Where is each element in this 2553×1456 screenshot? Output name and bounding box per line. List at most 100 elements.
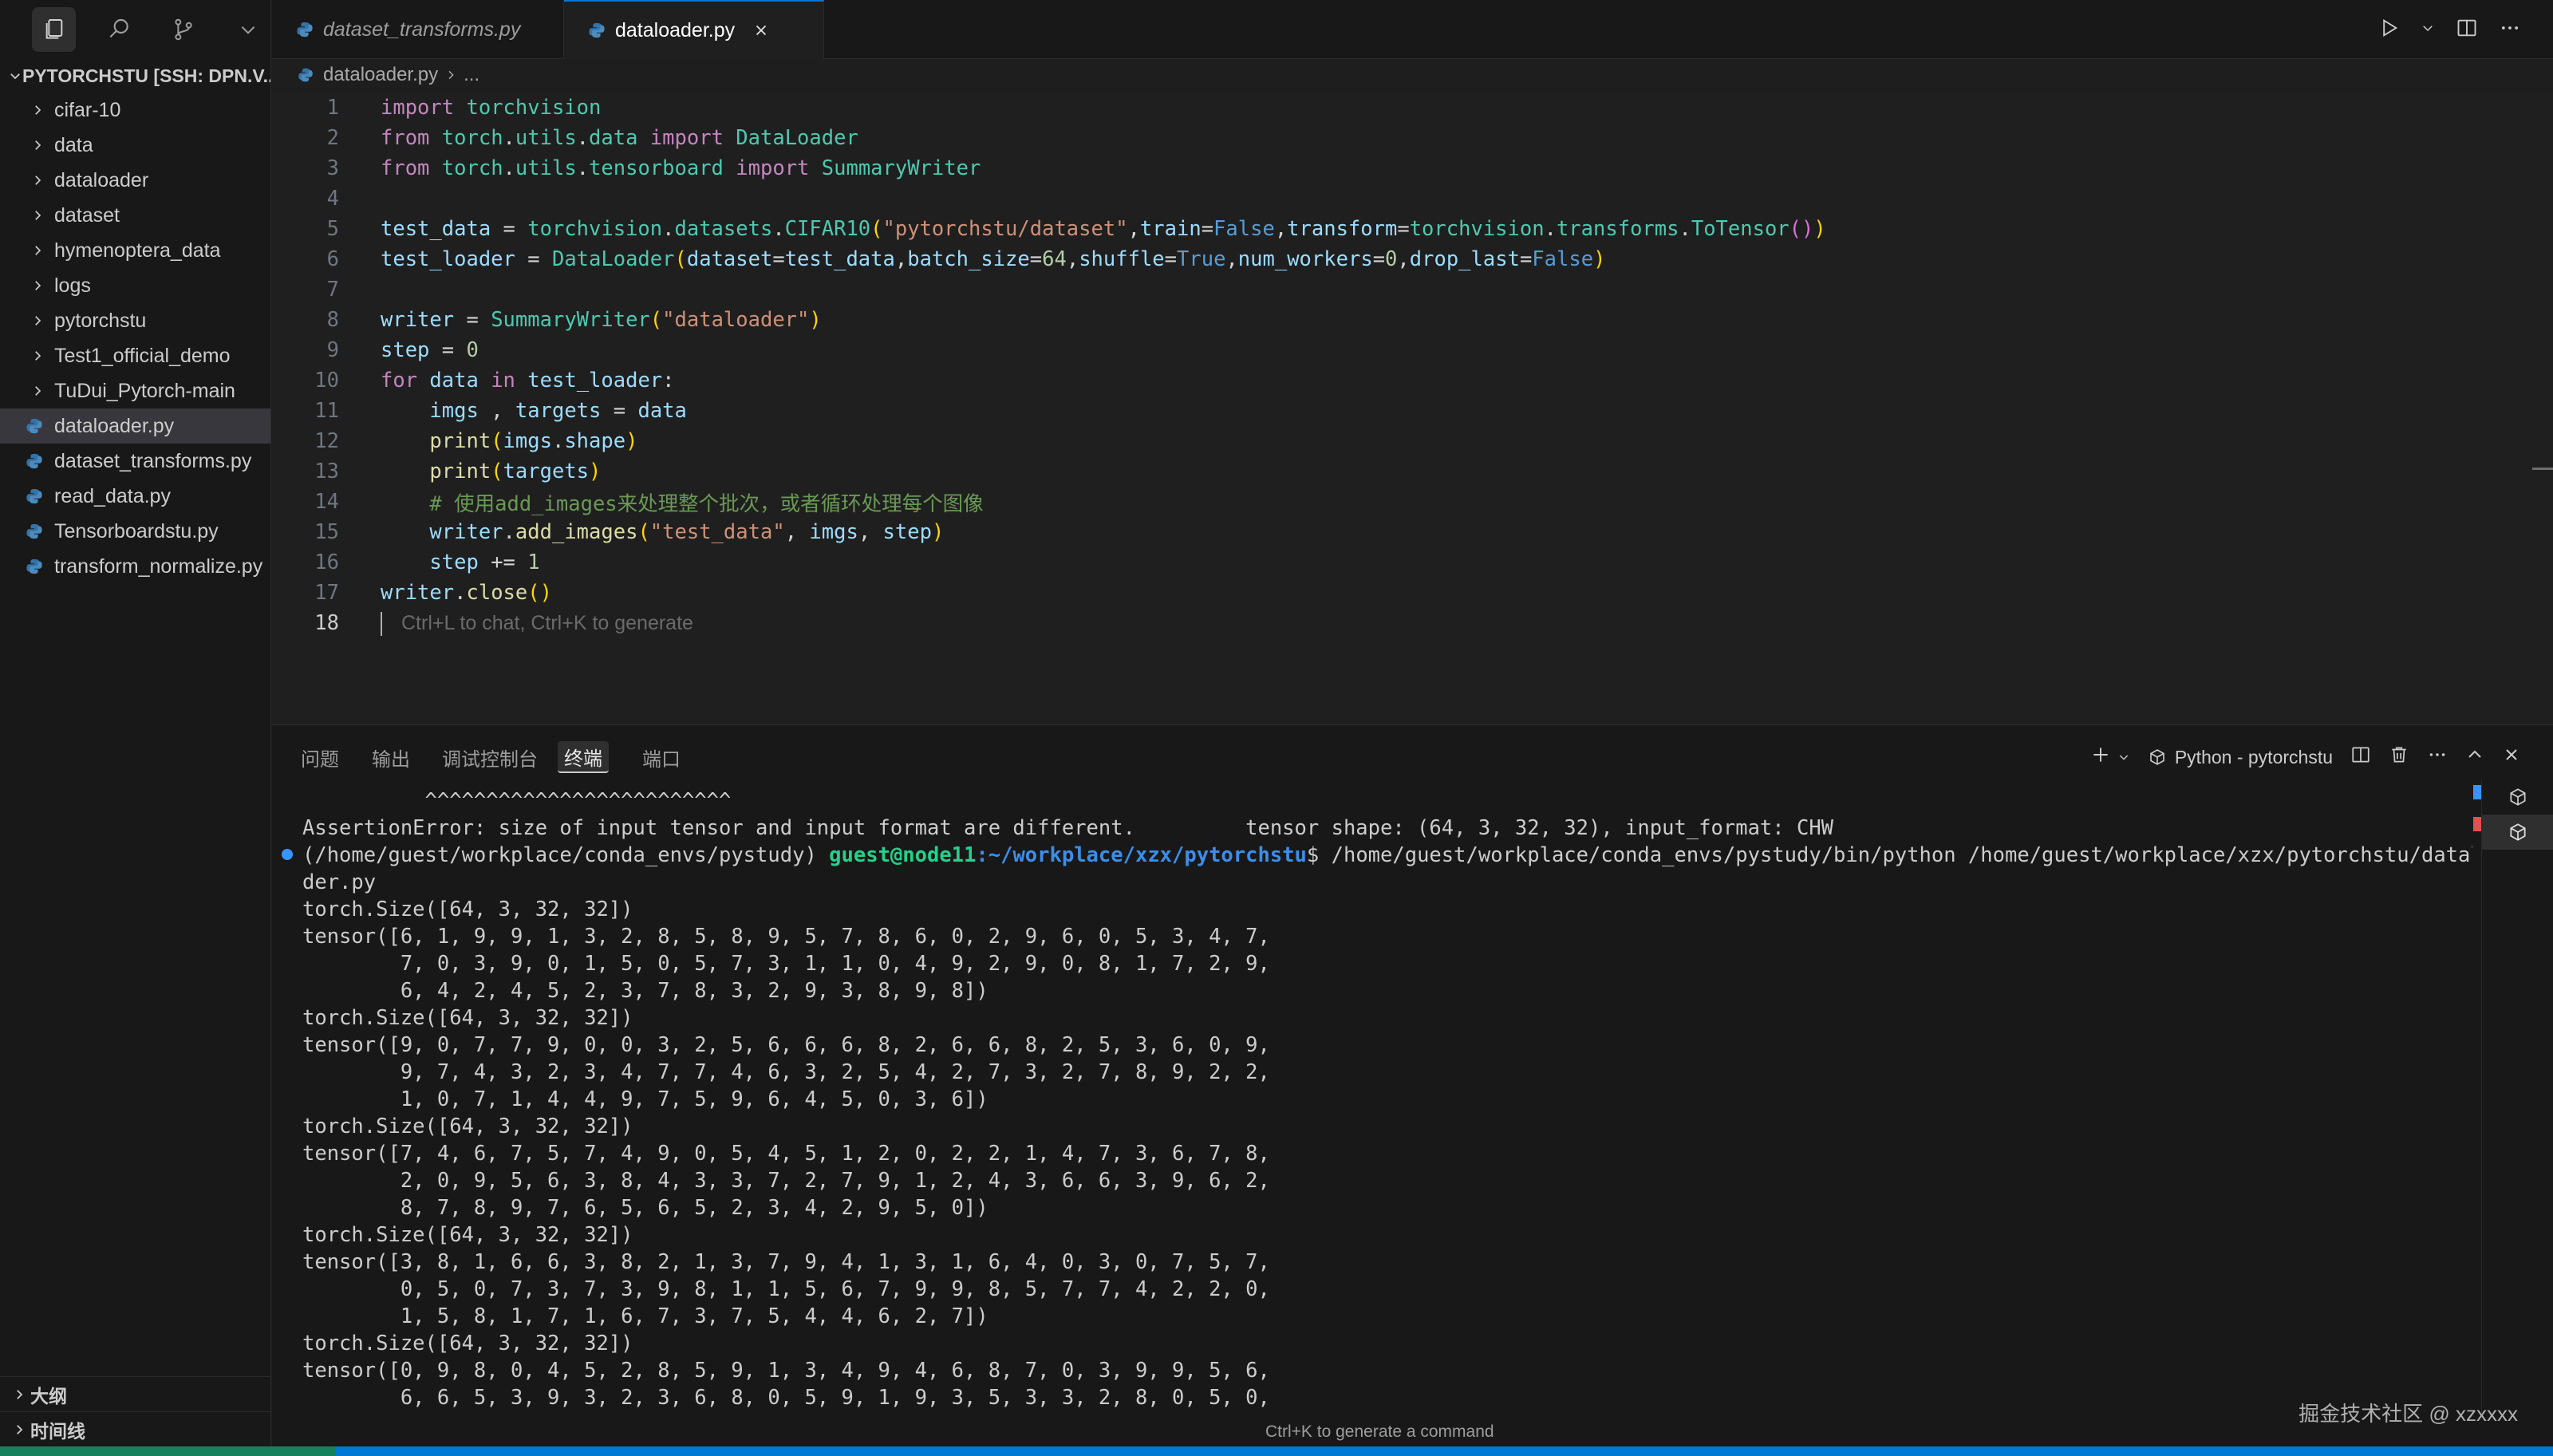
folder-item[interactable]: Test1_official_demo bbox=[0, 338, 270, 373]
folder-label: pytorchstu bbox=[54, 309, 147, 332]
text-cursor bbox=[381, 611, 382, 636]
folder-item[interactable]: pytorchstu bbox=[0, 303, 270, 338]
new-terminal-icon[interactable] bbox=[2090, 744, 2111, 770]
file-item[interactable]: dataset_transforms.py bbox=[0, 444, 270, 479]
folder-item[interactable]: dataloader bbox=[0, 163, 270, 198]
terminal-line: 8, 7, 8, 9, 7, 6, 5, 6, 5, 2, 3, 4, 2, 9… bbox=[302, 1196, 988, 1220]
code-line: 8 writer = SummaryWriter("dataloader") bbox=[272, 305, 822, 335]
more-views-button[interactable] bbox=[227, 7, 270, 52]
chevron-right-icon bbox=[27, 243, 48, 258]
inline-chat-hint: Ctrl+L to chat, Ctrl+K to generate bbox=[401, 611, 693, 634]
line-number: 16 bbox=[314, 550, 339, 574]
prompt-env: (/home/guest/workplace/conda_envs/pystud… bbox=[302, 843, 830, 867]
terminal-line: der.py bbox=[302, 870, 377, 894]
code-line: 17 writer.close() bbox=[272, 578, 552, 608]
terminal-selector[interactable]: Python - pytorchstu bbox=[2148, 747, 2333, 768]
file-item-dataloader[interactable]: dataloader.py bbox=[0, 408, 270, 444]
code-editor[interactable]: 1 import torchvision 2 from torch.utils.da… bbox=[272, 93, 2553, 723]
more-actions-icon[interactable] bbox=[2427, 744, 2448, 770]
tab-dataloader[interactable]: dataloader.py bbox=[564, 0, 824, 59]
source-control-button[interactable] bbox=[162, 7, 206, 52]
file-label: dataloader.py bbox=[54, 414, 175, 437]
tab-terminal[interactable]: 终端 bbox=[558, 741, 609, 773]
code-text: imgs , targets = data bbox=[429, 399, 687, 423]
tab-debug-console[interactable]: 调试控制台 bbox=[436, 741, 544, 773]
line-number: 1 bbox=[326, 96, 339, 120]
file-label: read_data.py bbox=[54, 484, 171, 507]
python-icon bbox=[2150, 749, 2164, 765]
folder-item[interactable]: dataset bbox=[0, 198, 270, 233]
folder-label: logs bbox=[54, 274, 91, 297]
code-line: 7 bbox=[272, 274, 339, 305]
code-line: 9 step = 0 bbox=[272, 335, 479, 365]
code-text: Ctrl+L to chat, Ctrl+K to generate bbox=[381, 611, 693, 636]
terminal-output[interactable]: ^^^^^^^^^^^^^^^^^^^^^^^^^ AssertionError… bbox=[302, 787, 2472, 1426]
code-text: test_loader = DataLoader(dataset=test_da… bbox=[381, 247, 1606, 271]
command-decoration-dot[interactable] bbox=[282, 849, 293, 860]
status-bar bbox=[0, 1446, 2553, 1456]
remote-indicator[interactable] bbox=[0, 1446, 335, 1456]
file-item[interactable]: Tensorboardstu.py bbox=[0, 514, 270, 549]
run-icon[interactable] bbox=[2377, 17, 2400, 43]
file-item[interactable]: transform_normalize.py bbox=[0, 549, 270, 584]
code-text: import torchvision bbox=[381, 96, 602, 120]
split-editor-icon[interactable] bbox=[2456, 17, 2478, 43]
prompt-user: guest@node11 bbox=[829, 843, 977, 867]
outline-section[interactable]: 大纲 bbox=[0, 1376, 271, 1411]
python-file-icon bbox=[296, 21, 314, 38]
folder-item[interactable]: data bbox=[0, 128, 270, 163]
explorer-workspace-header[interactable]: PYTORCHSTU [SSH: DPN.V... bbox=[0, 59, 270, 93]
timeline-section[interactable]: 时间线 bbox=[0, 1411, 271, 1446]
chevron-right-icon bbox=[27, 349, 48, 363]
close-icon[interactable] bbox=[752, 22, 770, 39]
chevron-down-icon[interactable] bbox=[2117, 747, 2130, 768]
terminal-line: ^^^^^^^^^^^^^^^^^^^^^^^^^ bbox=[302, 789, 732, 813]
search-button[interactable] bbox=[97, 7, 140, 52]
tab-dataset-transforms[interactable]: dataset_transforms.py bbox=[272, 0, 564, 59]
line-number: 6 bbox=[326, 247, 339, 271]
chevron-right-icon bbox=[27, 384, 48, 398]
more-actions-icon[interactable] bbox=[2499, 17, 2521, 43]
terminal-entry-active[interactable] bbox=[2482, 815, 2553, 850]
terminal-line: tensor([6, 1, 9, 9, 1, 3, 2, 8, 5, 8, 9,… bbox=[302, 925, 1270, 949]
code-line: 1 import torchvision bbox=[272, 93, 602, 123]
code-line: 6 test_loader = DataLoader(dataset=test_d… bbox=[272, 244, 1606, 274]
terminal-entry[interactable] bbox=[2482, 779, 2553, 815]
chevron-down-icon[interactable] bbox=[2421, 21, 2435, 39]
breadcrumb-symbols[interactable]: ... bbox=[464, 64, 479, 86]
code-text: for data in test_loader: bbox=[381, 369, 675, 393]
code-text: # 使用add_images来处理整个批次，或者循环处理每个图像 bbox=[429, 491, 984, 516]
breadcrumb-file[interactable]: dataloader.py bbox=[323, 64, 438, 86]
line-number: 10 bbox=[314, 369, 339, 393]
tab-problems[interactable]: 问题 bbox=[294, 741, 345, 773]
folder-item[interactable]: cifar-10 bbox=[0, 93, 270, 128]
chevron-up-icon[interactable] bbox=[2465, 745, 2484, 769]
explorer-button[interactable] bbox=[32, 7, 77, 52]
chevron-right-icon bbox=[27, 173, 48, 187]
panel-actions: Python - pytorchstu bbox=[2090, 741, 2521, 773]
line-number: 3 bbox=[326, 156, 339, 180]
tab-output[interactable]: 输出 bbox=[365, 741, 416, 773]
tab-ports[interactable]: 端口 bbox=[636, 741, 687, 773]
file-item[interactable]: read_data.py bbox=[0, 479, 270, 514]
terminal-scrollbar[interactable] bbox=[2473, 785, 2481, 1120]
folder-item[interactable]: hymenoptera_data bbox=[0, 233, 270, 268]
close-panel-icon[interactable] bbox=[2502, 745, 2521, 769]
python-file-icon bbox=[24, 452, 45, 470]
terminal-line: 6, 4, 2, 4, 5, 2, 3, 7, 8, 3, 2, 9, 3, 8… bbox=[302, 979, 988, 1003]
tab-label: dataloader.py bbox=[615, 18, 736, 41]
scroll-marker-error bbox=[2473, 817, 2481, 831]
panel-tab-bar: 问题 输出 调试控制台 终端 端口 Python - pytorchstu bbox=[272, 725, 2553, 786]
split-terminal-icon[interactable] bbox=[2350, 744, 2371, 770]
code-line: 4 bbox=[272, 183, 339, 214]
terminal-line: torch.Size([64, 3, 32, 32]) bbox=[302, 1332, 633, 1355]
bottom-panel: 问题 输出 调试控制台 终端 端口 Python - pytorchstu ^^… bbox=[272, 724, 2553, 1446]
tab-label: dataset_transforms.py bbox=[323, 18, 521, 41]
folder-item[interactable]: logs bbox=[0, 268, 270, 303]
trash-icon[interactable] bbox=[2389, 744, 2409, 770]
python-file-icon bbox=[24, 487, 45, 505]
folder-item[interactable]: TuDui_Pytorch-main bbox=[0, 373, 270, 408]
line-number: 2 bbox=[326, 126, 339, 150]
line-number: 5 bbox=[326, 217, 339, 241]
code-text: from torch.utils.tensorboard import Summ… bbox=[381, 156, 981, 180]
